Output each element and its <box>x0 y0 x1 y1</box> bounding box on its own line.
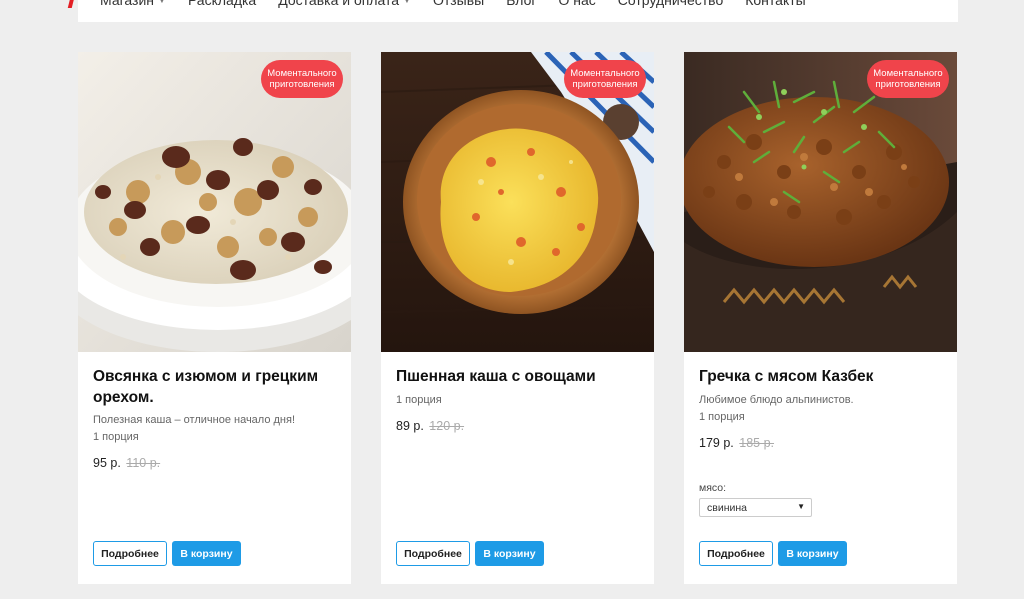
current-price: 95 р. <box>93 456 121 470</box>
top-nav-bar: Магазин ▼ Раскладка Доставка и оплата ▼ … <box>67 0 958 22</box>
product-image-oatmeal[interactable]: Моментального приготовления <box>78 52 351 352</box>
product-price: 179 р. 185 р. <box>699 436 774 450</box>
product-price: 95 р. 110 р. <box>93 456 160 470</box>
nav-item-about[interactable]: О нас <box>558 0 595 8</box>
add-to-cart-button[interactable]: В корзину <box>172 541 241 566</box>
product-price: 89 р. 120 р. <box>396 419 464 433</box>
current-price: 179 р. <box>699 436 734 450</box>
nav-item-label: Магазин <box>100 0 155 8</box>
nav-item-delivery[interactable]: Доставка и оплата ▼ <box>278 0 411 8</box>
old-price: 110 р. <box>126 456 161 470</box>
details-button[interactable]: Подробнее <box>93 541 167 566</box>
product-portion: 1 порция <box>396 394 442 406</box>
add-to-cart-button[interactable]: В корзину <box>778 541 847 566</box>
details-button[interactable]: Подробнее <box>699 541 773 566</box>
main-nav: Магазин ▼ Раскладка Доставка и оплата ▼ … <box>100 0 828 8</box>
nav-item-shop[interactable]: Магазин ▼ <box>100 0 166 8</box>
nav-item-blog[interactable]: Блог <box>506 0 536 8</box>
nav-item-label: Доставка и оплата <box>278 0 400 8</box>
logo[interactable] <box>67 0 75 8</box>
product-description: Любимое блюдо альпинистов. <box>699 394 854 406</box>
product-card-buckwheat: Моментального приготовления Гречка с мяс… <box>684 52 957 584</box>
nav-item-reviews[interactable]: Отзывы <box>433 0 484 8</box>
nav-item-partnership[interactable]: Сотрудничество <box>618 0 723 8</box>
option-label-meat: мясо: <box>699 482 727 494</box>
product-card-millet: Моментального приготовления Пшенная каша… <box>381 52 654 584</box>
add-to-cart-button[interactable]: В корзину <box>475 541 544 566</box>
nav-item-label: Сотрудничество <box>617 0 724 8</box>
meat-select-value: свинина <box>707 501 747 514</box>
caret-down-icon: ▼ <box>797 502 805 511</box>
details-button[interactable]: Подробнее <box>396 541 470 566</box>
product-card-oatmeal: Моментального приготовления Овсянка с из… <box>78 52 351 584</box>
instant-badge: Моментального приготовления <box>261 60 343 98</box>
nav-item-label: Блог <box>506 0 537 8</box>
product-portion: 1 порция <box>93 431 139 443</box>
chevron-down-icon: ▼ <box>403 0 411 5</box>
product-image-millet[interactable]: Моментального приготовления <box>381 52 654 352</box>
nav-item-contacts[interactable]: Контакты <box>745 0 805 8</box>
nav-item-label: О нас <box>558 0 596 8</box>
product-title[interactable]: Пшенная каша с овощами <box>396 366 641 387</box>
product-portion: 1 порция <box>699 411 745 423</box>
nav-item-label: Отзывы <box>432 0 485 8</box>
instant-badge: Моментального приготовления <box>564 60 646 98</box>
product-title[interactable]: Овсянка с изюмом и грецким орехом. <box>93 366 338 408</box>
nav-item-layout[interactable]: Раскладка <box>188 0 256 8</box>
current-price: 89 р. <box>396 419 424 433</box>
nav-item-label: Контакты <box>745 0 806 8</box>
product-title[interactable]: Гречка с мясом Казбек <box>699 366 944 387</box>
meat-select[interactable]: свинина ▼ <box>699 498 812 517</box>
old-price: 120 р. <box>429 419 465 433</box>
instant-badge: Моментального приготовления <box>867 60 949 98</box>
product-image-buckwheat[interactable]: Моментального приготовления <box>684 52 957 352</box>
product-description: Полезная каша – отличное начало дня! <box>93 414 296 426</box>
chevron-down-icon: ▼ <box>158 0 166 5</box>
nav-item-label: Раскладка <box>187 0 257 8</box>
old-price: 185 р. <box>739 436 775 450</box>
